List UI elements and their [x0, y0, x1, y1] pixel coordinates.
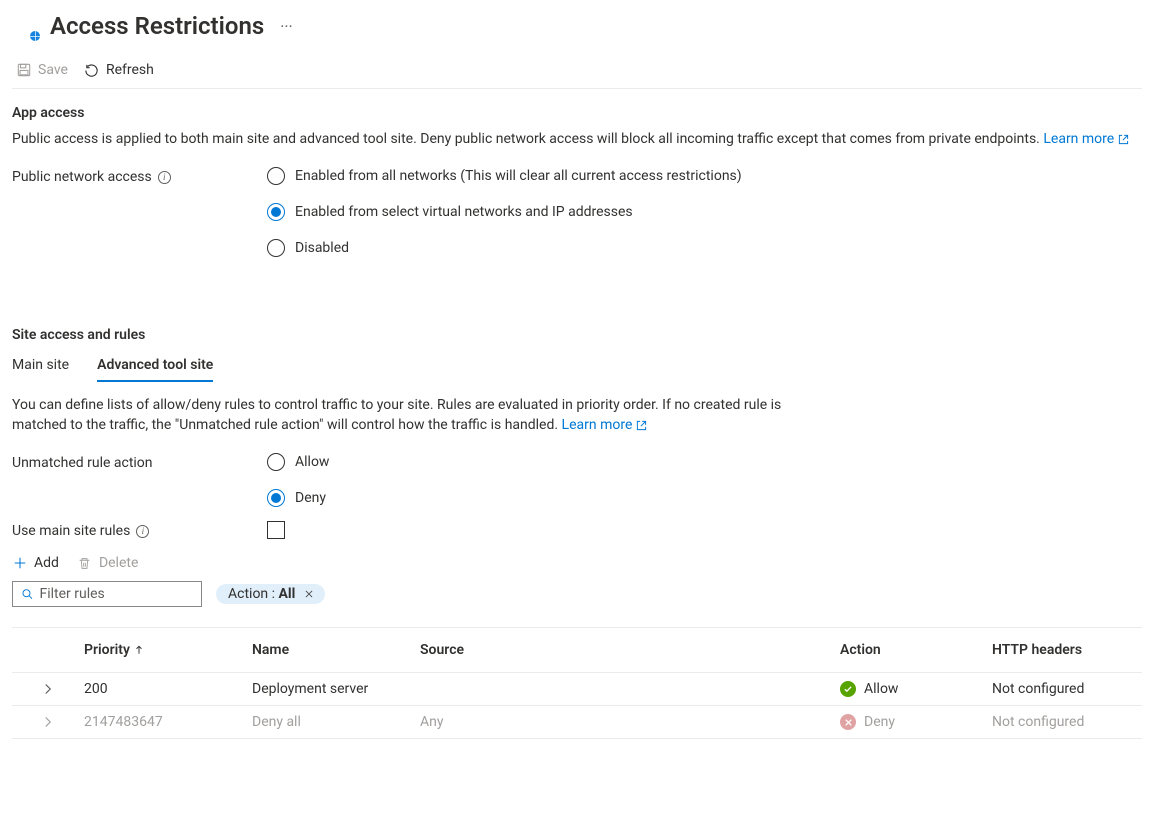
deny-icon — [840, 714, 856, 730]
learn-more-link[interactable]: Learn more — [1043, 129, 1129, 149]
public-network-access-radiogroup: Enabled from all networks (This will cle… — [267, 167, 742, 257]
trash-icon — [77, 555, 93, 571]
radio-enabled-select[interactable]: Enabled from select virtual networks and… — [267, 203, 742, 221]
use-main-site-rules-label: Use main site rules — [12, 521, 267, 539]
cell-name: Deployment server — [252, 681, 420, 697]
cell-http-headers: Not configured — [992, 681, 1142, 697]
tab-advanced-tool-site[interactable]: Advanced tool site — [97, 351, 213, 381]
page-header: Access Restrictions ··· — [12, 8, 1142, 52]
search-icon — [21, 587, 34, 601]
external-link-icon — [636, 420, 647, 431]
app-access-title: App access — [12, 105, 1142, 121]
rules-table: Priority Name Source Action HTTP headers… — [12, 627, 1142, 739]
cell-http-headers: Not configured — [992, 714, 1142, 730]
site-tabs: Main site Advanced tool site — [12, 351, 1142, 381]
col-name[interactable]: Name — [252, 642, 420, 658]
filter-rules-input[interactable] — [40, 586, 194, 602]
radio-deny[interactable]: Deny — [267, 489, 329, 507]
cell-name: Deny all — [252, 714, 420, 730]
plus-icon — [12, 555, 28, 571]
save-icon — [16, 62, 32, 78]
tab-main-site[interactable]: Main site — [12, 351, 69, 381]
col-source[interactable]: Source — [420, 642, 840, 658]
command-bar: Save Refresh — [12, 52, 1142, 89]
radio-allow[interactable]: Allow — [267, 453, 329, 471]
site-rules-section: Site access and rules Main site Advanced… — [12, 311, 1142, 739]
col-http-headers[interactable]: HTTP headers — [992, 642, 1142, 658]
page-title: Access Restrictions — [50, 12, 264, 40]
use-main-site-rules-checkbox[interactable] — [267, 521, 285, 539]
refresh-button[interactable]: Refresh — [84, 62, 154, 78]
cell-source: Any — [420, 714, 840, 730]
info-icon[interactable] — [136, 525, 149, 538]
sort-asc-icon — [134, 645, 144, 655]
col-priority[interactable]: Priority — [84, 642, 252, 658]
unmatched-rule-action-label: Unmatched rule action — [12, 453, 267, 471]
site-rules-desc: You can define lists of allow/deny rules… — [12, 395, 812, 435]
public-network-access-label: Public network access — [12, 167, 267, 185]
add-button[interactable]: Add — [12, 555, 59, 571]
pill-clear-icon[interactable] — [301, 586, 317, 602]
refresh-label: Refresh — [106, 62, 154, 78]
unmatched-rule-action-radiogroup: Allow Deny — [267, 453, 329, 507]
filter-rules-input-wrap[interactable] — [12, 581, 202, 607]
filter-row: Action : All — [12, 581, 1142, 607]
cell-action: Allow — [840, 681, 992, 697]
col-action[interactable]: Action — [840, 642, 992, 658]
app-access-desc: Public access is applied to both main si… — [12, 129, 1142, 149]
cell-priority: 200 — [84, 681, 252, 697]
chevron-right-icon — [42, 716, 54, 728]
allow-icon — [840, 681, 856, 697]
app-access-section: App access Public access is applied to b… — [12, 89, 1142, 257]
shield-icon — [12, 13, 38, 39]
save-button[interactable]: Save — [16, 62, 68, 78]
external-link-icon — [1118, 134, 1129, 145]
radio-enabled-all[interactable]: Enabled from all networks (This will cle… — [267, 167, 742, 185]
cell-action: Deny — [840, 714, 992, 730]
radio-disabled[interactable]: Disabled — [267, 239, 742, 257]
table-header: Priority Name Source Action HTTP headers — [12, 628, 1142, 673]
chevron-right-icon — [42, 683, 54, 695]
learn-more-link[interactable]: Learn more — [562, 415, 648, 435]
info-icon[interactable] — [158, 171, 171, 184]
save-label: Save — [38, 62, 68, 78]
delete-button[interactable]: Delete — [77, 555, 138, 571]
filter-pill-action[interactable]: Action : All — [216, 584, 325, 604]
table-row[interactable]: 2147483647Deny allAnyDenyNot configured — [12, 706, 1142, 739]
table-row[interactable]: 200Deployment server AllowNot configured — [12, 673, 1142, 706]
more-actions-button[interactable]: ··· — [276, 17, 297, 36]
site-rules-title: Site access and rules — [12, 327, 1142, 343]
cell-priority: 2147483647 — [84, 714, 252, 730]
rules-toolbar: Add Delete — [12, 547, 1142, 581]
refresh-icon — [84, 62, 100, 78]
